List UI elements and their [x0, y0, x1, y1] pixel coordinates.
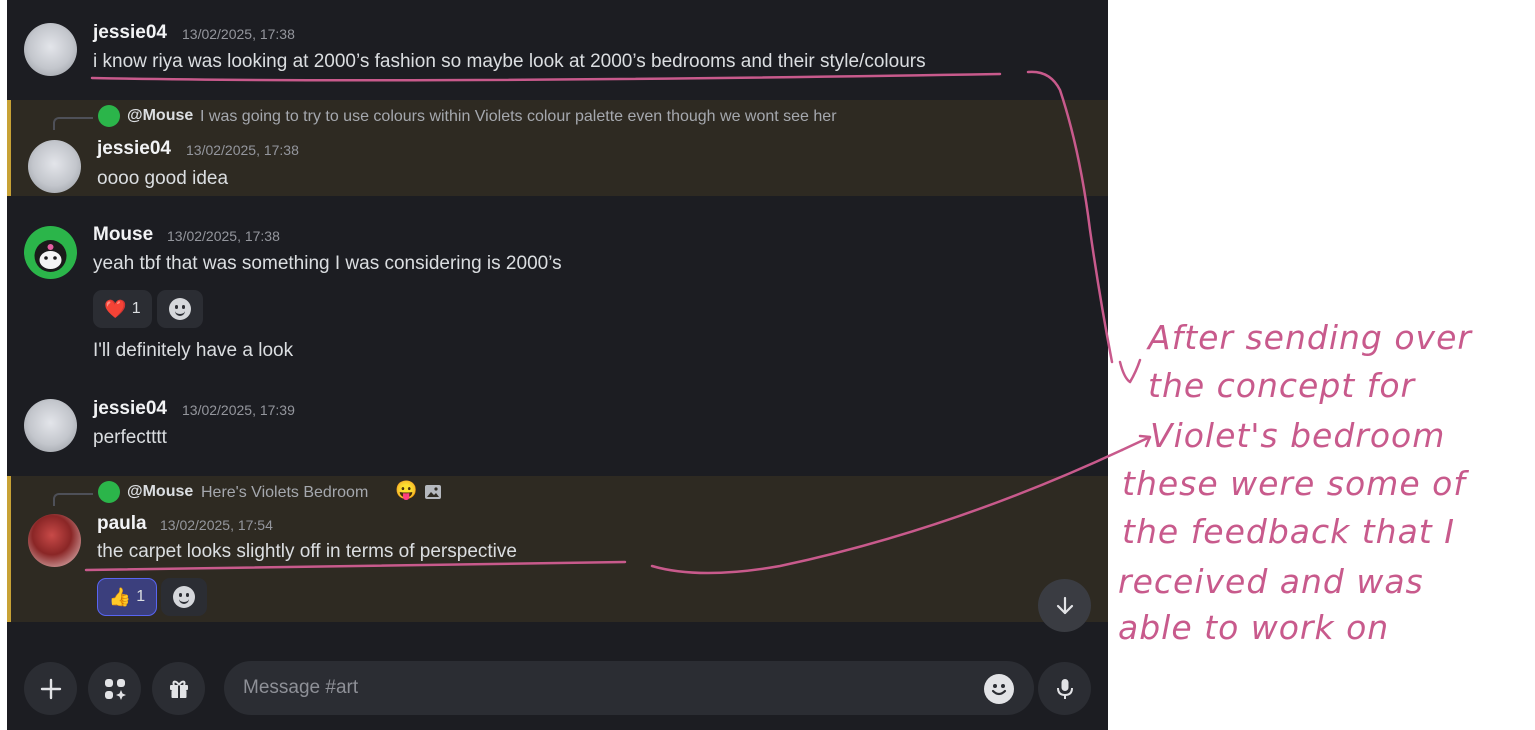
annotation-line: the feedback that I	[1122, 512, 1455, 551]
message-text: the carpet looks slightly off in terms o…	[97, 541, 517, 562]
message-input[interactable]	[224, 661, 1034, 715]
timestamp: 13/02/2025, 17:38	[182, 26, 295, 42]
plus-icon	[40, 678, 61, 699]
timestamp: 13/02/2025, 17:54	[160, 517, 273, 533]
username[interactable]: paula	[97, 513, 147, 535]
annotation-line: received and was	[1118, 562, 1424, 601]
message-text: perfectttt	[93, 427, 167, 448]
tongue-emoji: 😛	[395, 480, 418, 500]
reply-username[interactable]: @Mouse	[127, 483, 193, 501]
reply-username[interactable]: @Mouse	[127, 107, 193, 125]
add-reaction-button[interactable]	[161, 578, 207, 616]
annotation-line: the concept for	[1148, 366, 1416, 405]
avatar[interactable]	[28, 514, 81, 567]
avatar[interactable]	[28, 140, 81, 193]
arrow-down-icon	[1056, 596, 1073, 614]
message-text: i know riya was looking at 2000’s fashio…	[93, 51, 926, 72]
apps-icon	[104, 678, 126, 700]
gift-button[interactable]	[152, 662, 205, 715]
message-jessie04-1: jessie04 13/02/2025, 17:38 i know riya w…	[7, 0, 1108, 100]
reply-avatar	[98, 481, 120, 503]
add-reaction-button[interactable]	[157, 290, 203, 328]
jump-to-bottom-button[interactable]	[1038, 579, 1091, 632]
apps-button[interactable]	[88, 662, 141, 715]
timestamp: 13/02/2025, 17:39	[182, 402, 295, 418]
message-paula: @Mouse Here's Violets Bedroom 😛 paula 13…	[7, 476, 1108, 622]
reply-avatar	[98, 105, 120, 127]
mic-icon	[1056, 678, 1073, 699]
reaction-heart[interactable]: ❤️ 1	[93, 290, 152, 328]
annotation-line: able to work on	[1118, 608, 1390, 647]
message-text: yeah tbf that was something I was consid…	[93, 253, 562, 274]
gift-icon	[169, 680, 188, 698]
annotation-line: these were some of	[1122, 464, 1466, 503]
thumbs-up-icon: 👍	[108, 586, 132, 607]
image-icon	[425, 485, 441, 499]
reply-connector	[53, 117, 93, 130]
reply-preview[interactable]: I was going to try to use colours within…	[200, 108, 837, 126]
annotation-line: After sending over	[1148, 318, 1472, 357]
username[interactable]: jessie04	[93, 398, 167, 420]
reaction-count: 1	[131, 300, 141, 317]
avatar[interactable]	[24, 23, 77, 76]
chat-panel: jessie04 13/02/2025, 17:38 i know riya w…	[7, 0, 1108, 730]
message-mouse: Mouse 13/02/2025, 17:38 yeah tbf that wa…	[7, 196, 1108, 384]
avatar[interactable]	[24, 226, 77, 279]
timestamp: 13/02/2025, 17:38	[186, 142, 299, 158]
voice-message-button[interactable]	[1038, 662, 1091, 715]
message-text: oooo good idea	[97, 168, 229, 189]
avatar[interactable]	[24, 399, 77, 452]
reaction-thumbsup[interactable]: 👍 1	[97, 578, 157, 616]
add-reaction-icon	[173, 586, 195, 608]
emoji-icon	[991, 684, 1007, 696]
username[interactable]: Mouse	[93, 224, 153, 246]
username[interactable]: jessie04	[97, 138, 171, 160]
reply-preview[interactable]: Here's Violets Bedroom	[201, 484, 368, 502]
reply-connector	[53, 493, 93, 506]
timestamp: 13/02/2025, 17:38	[167, 228, 280, 244]
username[interactable]: jessie04	[93, 22, 167, 44]
add-attachment-button[interactable]	[24, 662, 77, 715]
arrow-head-2	[1120, 434, 1152, 452]
heart-icon: ❤️	[104, 298, 127, 319]
arrow-check	[1118, 358, 1142, 384]
emoji-picker-button[interactable]	[984, 674, 1014, 704]
annotation-line: Violet's bedroom	[1150, 416, 1446, 455]
reaction-count: 1	[136, 588, 146, 605]
kuromi-avatar-art	[34, 240, 67, 272]
message-text-followup: I'll definitely have a look	[93, 340, 294, 361]
message-jessie04-3: jessie04 13/02/2025, 17:39 perfectttt	[7, 384, 1108, 476]
message-jessie04-2: @Mouse I was going to try to use colours…	[7, 100, 1108, 196]
add-reaction-icon	[169, 298, 191, 320]
